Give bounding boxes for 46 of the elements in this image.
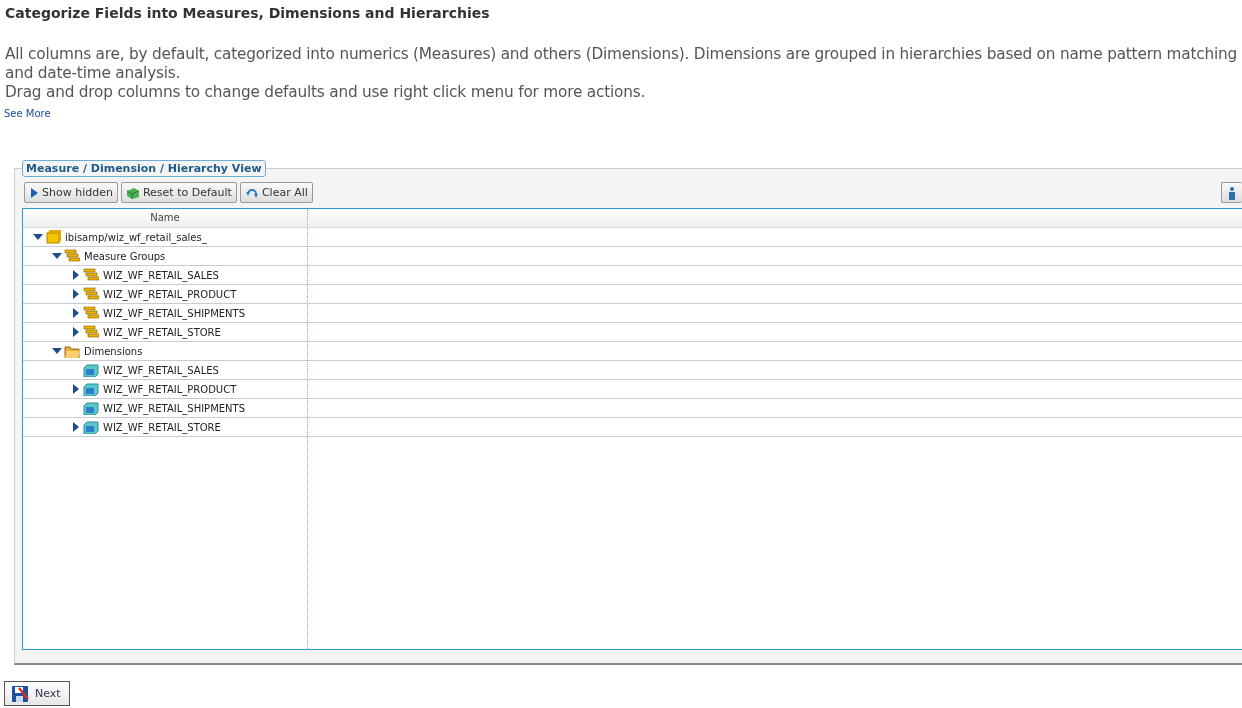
expanded-triangle-icon[interactable]	[33, 234, 43, 240]
tree-item[interactable]: Dimensions	[23, 342, 307, 361]
panel-legend: Measure / Dimension / Hierarchy View	[22, 160, 266, 177]
play-arrow-icon	[29, 186, 39, 199]
expanded-triangle-icon[interactable]	[52, 348, 62, 354]
cube-icon	[125, 185, 140, 200]
column-header[interactable]: Name	[23, 209, 307, 228]
show-button[interactable]: Show hidden	[24, 182, 118, 203]
database-cube-icon	[45, 230, 61, 244]
tree-item[interactable]: WIZ_WF_RETAIL_PRODUCT	[23, 380, 307, 399]
tree-item[interactable]: WIZ_WF_RETAIL_SHIPMENTS	[23, 304, 307, 323]
stacked-bars-icon	[83, 325, 99, 339]
refresh-arrows-icon	[244, 186, 259, 199]
stacked-bars-icon	[64, 249, 80, 263]
dimension-cube-icon	[83, 382, 99, 396]
next-button[interactable]: Next	[4, 681, 70, 706]
expanded-triangle-icon[interactable]	[52, 253, 62, 259]
tree-item[interactable]: WIZ_WF_RETAIL_SALES	[23, 361, 307, 380]
person-icon	[1228, 185, 1236, 200]
dimension-cube-icon	[83, 401, 99, 415]
tree-item[interactable]: Measure Groups	[23, 247, 307, 266]
stacked-bars-icon	[83, 306, 99, 320]
description-text: All columns are, by default, categorized into numerics (Measures) and others (Dimensions). Dimensions are grouped in hierarchies based on name pattern matching and date-time analysis.	[5, 45, 1239, 83]
tree-item[interactable]: WIZ_WF_RETAIL_STORE	[23, 323, 307, 342]
tree-item[interactable]: WIZ_WF_RETAIL_STORE	[23, 418, 307, 437]
collapsed-triangle-icon[interactable]	[73, 384, 79, 394]
collapsed-triangle-icon[interactable]	[73, 422, 79, 432]
collapsed-triangle-icon[interactable]	[73, 308, 79, 318]
tree-item[interactable]: ibisamp/wiz_wf_retail_sales_	[23, 228, 307, 247]
reset-button[interactable]: Reset to Default	[120, 182, 237, 203]
collapsed-triangle-icon[interactable]	[73, 270, 79, 280]
collapsed-triangle-icon[interactable]	[73, 327, 79, 337]
tree-item[interactable]: WIZ_WF_RETAIL_SALES	[23, 266, 307, 285]
tree-item[interactable]: WIZ_WF_RETAIL_SHIPMENTS	[23, 399, 307, 418]
description-text: Drag and drop columns to change defaults and use right click menu for more actions.	[5, 83, 647, 102]
clear-button[interactable]: Clear All	[239, 182, 313, 203]
tree-item[interactable]: WIZ_WF_RETAIL_PRODUCT	[23, 285, 307, 304]
stacked-bars-icon	[83, 268, 99, 282]
page-heading: Categorize Fields into Measures, Dimensions and Hierarchies	[5, 5, 491, 21]
folder-icon	[64, 344, 80, 358]
dimension-cube-icon	[83, 420, 99, 434]
see-more-link[interactable]: See More	[4, 108, 51, 119]
toolbar-icon-button[interactable]	[1221, 182, 1242, 203]
collapsed-triangle-icon[interactable]	[73, 289, 79, 299]
stacked-bars-icon	[83, 287, 99, 301]
dimension-cube-icon	[83, 363, 99, 377]
